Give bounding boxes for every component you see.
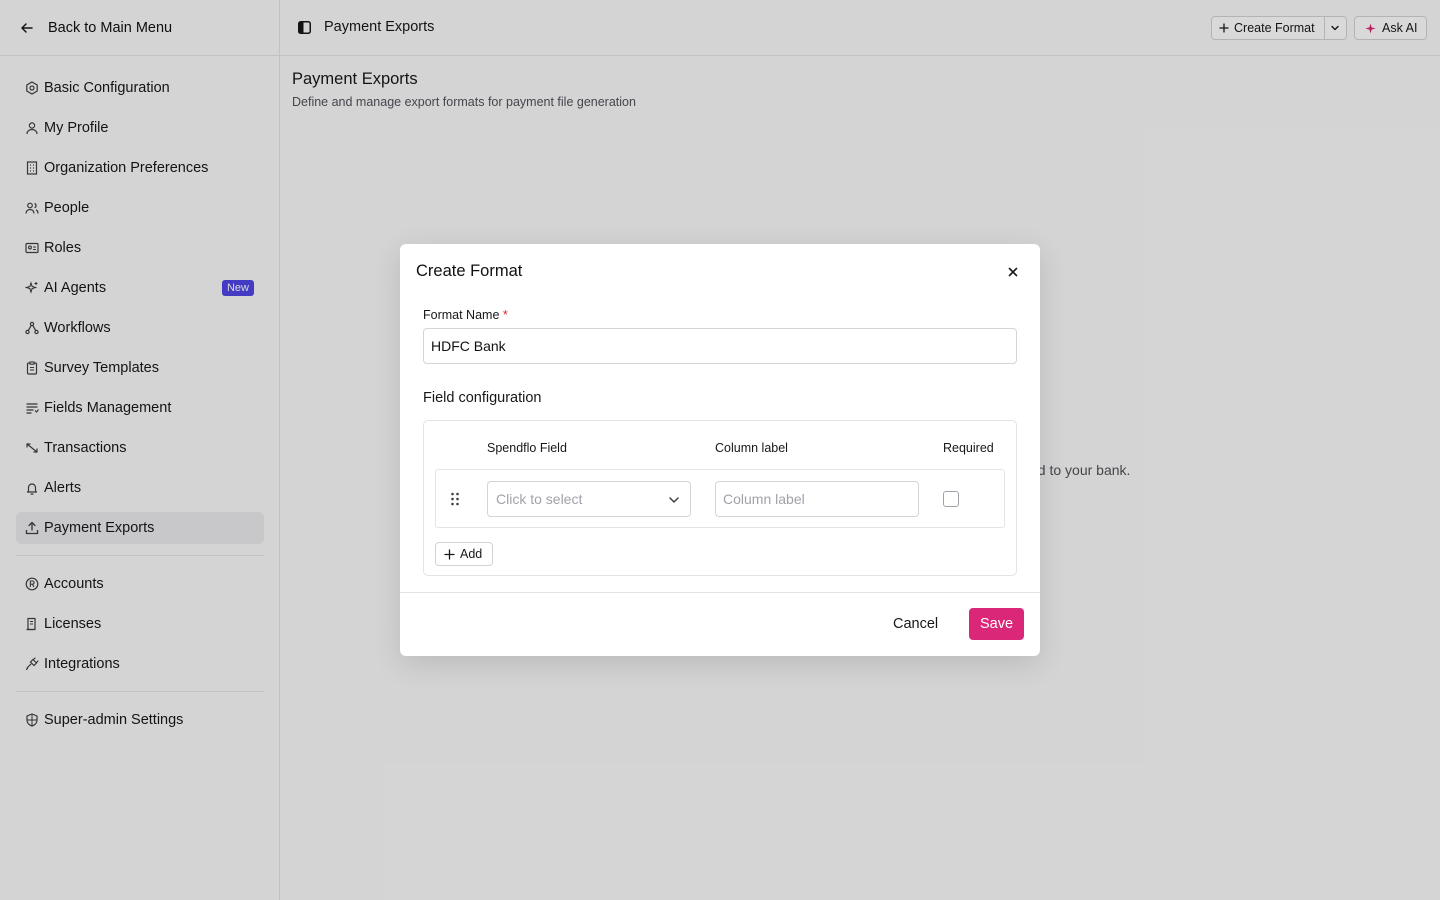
format-name-label: Format Name * [423,308,508,322]
required-asterisk: * [502,308,508,322]
field-configuration-panel: Spendflo Field Column label Required Cli… [423,420,1017,576]
drag-handle-icon[interactable] [450,492,460,506]
format-name-label-text: Format Name [423,308,500,322]
format-name-input[interactable] [423,328,1017,364]
dialog-title: Create Format [416,262,523,280]
select-placeholder: Click to select [496,491,583,507]
create-format-dialog: Create Format Format Name * Field config… [400,244,1040,656]
plus-icon [444,548,455,560]
spendflo-field-select[interactable]: Click to select [487,481,691,517]
save-button[interactable]: Save [969,608,1024,640]
field-row: Click to select [435,469,1005,528]
cancel-button[interactable]: Cancel [893,609,938,639]
field-configuration-title: Field configuration [423,390,542,406]
close-icon[interactable] [1006,265,1020,279]
column-label-input[interactable] [715,481,919,517]
column-header-spendflo-field: Spendflo Field [487,441,567,455]
add-label: Add [460,547,483,561]
column-header-required: Required [943,441,994,455]
required-checkbox[interactable] [943,491,959,507]
chevron-down-icon [669,497,679,503]
add-field-button[interactable]: Add [435,542,494,566]
column-header-column-label: Column label [715,441,788,455]
dialog-footer-divider [400,592,1040,593]
